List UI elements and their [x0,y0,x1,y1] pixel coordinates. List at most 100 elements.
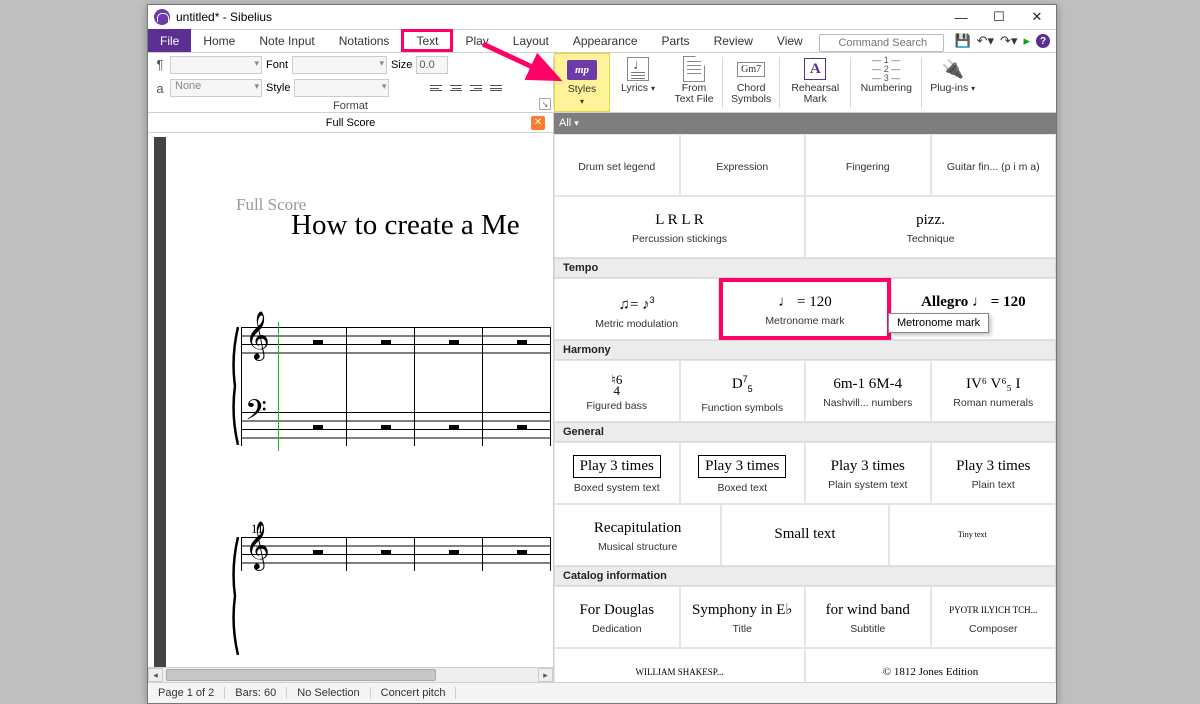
font-dropdown[interactable] [292,56,387,74]
gallery-item[interactable]: © 1812 Jones EditionCopyright [805,648,1056,682]
app-window: untitled* - Sibelius — ☐ ✕ File Home Not… [147,4,1057,704]
gallery-item[interactable]: D75Function symbols [680,360,806,422]
score-canvas[interactable]: Full Score How to create a Me 𝄞 𝄢 [148,133,553,667]
gallery-header-catalog: Catalog information [554,566,1056,586]
gallery-item[interactable]: Guitar fin... (p i m a) [931,134,1057,196]
chord-icon: Gm7 [737,62,765,77]
bass-clef-icon: 𝄢 [245,398,267,432]
tab-parts[interactable]: Parts [650,29,702,52]
status-selection: No Selection [287,687,370,699]
gallery-item[interactable]: For DouglasDedication [554,586,680,648]
lyrics-icon [627,57,649,81]
char-icon[interactable]: a [154,81,166,96]
tab-note-input[interactable]: Note Input [247,29,326,52]
tab-file[interactable]: File [148,29,191,52]
tab-view[interactable]: View [765,29,815,52]
gallery-item[interactable]: ♩ = 120Metronome mark [719,278,890,340]
titlebar: untitled* - Sibelius — ☐ ✕ [148,5,1056,29]
gallery-item[interactable]: Play 3 timesPlain text [931,442,1057,504]
document-area: Full Score ✕ Full Score How to create a … [148,113,553,682]
app-icon [154,9,170,25]
score-title: How to create a Me [291,209,520,242]
style-dropdown[interactable] [294,79,389,97]
gallery-item[interactable]: for wind bandSubtitle [805,586,931,648]
gallery-item[interactable]: IV⁶ V⁶₅ IRoman numerals [931,360,1057,422]
horizontal-scrollbar[interactable]: ◂ ▸ [148,667,553,682]
annotation-arrow [478,39,578,94]
ribbon-tabs: File Home Note Input Notations Text Play… [148,29,1056,53]
gallery-header-harmony: Harmony [554,340,1056,360]
plugins-button[interactable]: 🔌 Plug-ins ▾ [922,53,983,112]
from-text-file-button[interactable]: From Text File [666,53,722,112]
minimize-button[interactable]: — [942,5,980,29]
scroll-thumb[interactable] [166,669,436,681]
format-dialog-launcher[interactable]: ↘ [539,98,551,110]
para-style-dropdown[interactable] [170,56,262,74]
char-value-dropdown[interactable]: None [170,79,262,97]
gallery-item[interactable]: WILLIAM SHAKESP...Lyricist [554,648,805,682]
status-bars[interactable]: Bars: 60 [225,687,287,699]
gallery-item[interactable]: L R L RPercussion stickings [554,196,805,258]
font-label: Font [266,59,288,71]
rehearsal-mark-button[interactable]: A Rehearsal Mark [780,53,850,112]
gallery-item[interactable]: Expression [680,134,806,196]
gallery-filter-all[interactable]: All [553,113,1056,134]
style-label: Style [266,82,290,94]
gallery-item[interactable]: Small text [721,504,888,566]
gallery-item[interactable]: 6m-1 6M-4Nashvill... numbers [805,360,931,422]
play-icon[interactable]: ▸ [1023,33,1030,49]
help-icon[interactable]: ? [1036,34,1050,48]
scroll-left-button[interactable]: ◂ [148,668,163,682]
workspace: Full Score ✕ Full Score How to create a … [148,113,1056,682]
tab-review[interactable]: Review [702,29,765,52]
document-tab[interactable]: Full Score ✕ [148,113,553,133]
maximize-button[interactable]: ☐ [980,5,1018,29]
status-pitch[interactable]: Concert pitch [371,687,457,699]
gallery-item[interactable]: PYOTR ILYICH TCH...Composer [931,586,1057,648]
gallery-item[interactable]: Fingering [805,134,931,196]
align-left-button[interactable] [427,80,445,96]
undo-icon[interactable]: ↶▾ [977,33,994,49]
command-search-input[interactable] [819,34,944,52]
brace-icon [231,537,239,655]
gallery-item[interactable]: RecapitulationMusical structure [554,504,721,566]
gallery-item[interactable]: ♫= ♪3Metric modulation [554,278,719,340]
align-center-button[interactable] [447,80,465,96]
gallery-header-general: General [554,422,1056,442]
quick-access-toolbar: 💾 ↶▾ ↷▾ ▸ ? [948,29,1056,52]
tooltip: Metronome mark [888,313,989,333]
ribbon: ¶ Font Size a None Style F [148,53,1056,113]
numbering-icon: — 1 —— 2 —— 3 — [872,56,900,83]
gallery-item[interactable]: Symphony in E♭Title [680,586,806,648]
save-icon[interactable]: 💾 [954,33,970,49]
gallery-item[interactable]: Drum set legend [554,134,680,196]
size-input[interactable] [416,56,448,74]
rehearsal-icon: A [804,58,826,80]
gallery-item[interactable]: Play 3 timesBoxed text [680,442,806,504]
size-label: Size [391,59,412,71]
paragraph-icon[interactable]: ¶ [154,57,166,72]
treble-clef-icon: 𝄞 [245,529,270,563]
gallery-item[interactable]: Tiny text [889,504,1056,566]
gallery-item[interactable]: pizz.Technique [805,196,1056,258]
tab-text[interactable]: Text [401,29,453,52]
redo-icon[interactable]: ↷▾ [1000,33,1017,49]
tab-notations[interactable]: Notations [327,29,402,52]
styles-gallery: All Drum set legendExpressionFingeringGu… [553,113,1056,682]
playback-cursor [278,322,279,451]
chord-symbols-button[interactable]: Gm7 Chord Symbols [723,53,779,112]
window-title: untitled* - Sibelius [176,10,942,24]
scroll-right-button[interactable]: ▸ [538,668,553,682]
numbering-button[interactable]: — 1 —— 2 —— 3 — Numbering [851,53,921,112]
plug-icon: 🔌 [941,59,963,80]
tab-home[interactable]: Home [191,29,247,52]
lyrics-button[interactable]: Lyrics ▾ [610,53,666,112]
format-group-label: Format [148,100,553,112]
document-tab-label: Full Score [326,117,376,129]
status-page[interactable]: Page 1 of 2 [148,687,225,699]
gallery-item[interactable]: Play 3 timesBoxed system text [554,442,680,504]
document-close-button[interactable]: ✕ [531,116,545,130]
gallery-item[interactable]: ♮64Figured bass [554,360,680,422]
close-button[interactable]: ✕ [1018,5,1056,29]
gallery-item[interactable]: Play 3 timesPlain system text [805,442,931,504]
